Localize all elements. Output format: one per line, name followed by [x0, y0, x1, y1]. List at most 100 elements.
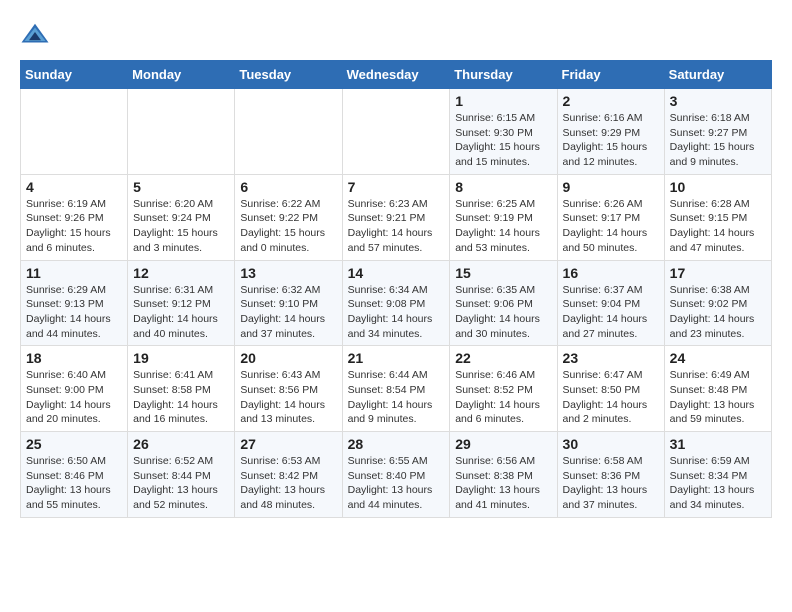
- calendar-cell: 7Sunrise: 6:23 AM Sunset: 9:21 PM Daylig…: [342, 174, 450, 260]
- calendar-body: 1Sunrise: 6:15 AM Sunset: 9:30 PM Daylig…: [21, 89, 772, 518]
- calendar-cell: 10 Sunrise: 6:28 AM Sunset: 9:15 PM Dayli…: [664, 174, 771, 260]
- calendar-cell: 28 Sunrise: 6:55 AM Sunset: 8:40 PM Dayli…: [342, 432, 450, 518]
- calendar-cell: 19 Sunrise: 6:41 AM Sunset: 8:58 PM Dayli…: [128, 346, 235, 432]
- calendar-week-row: 4 Sunrise: 6:19 AM Sunset: 9:26 PM Daylig…: [21, 174, 772, 260]
- day-number: 20: [240, 350, 336, 366]
- day-info: Sunrise: 6:55 AM Sunset: 8:40 PM Dayligh…: [348, 454, 445, 513]
- calendar-cell: 31 Sunrise: 6:59 AM Sunset: 8:34 PM Dayli…: [664, 432, 771, 518]
- day-info: Sunrise: 6:53 AM Sunset: 8:42 PM Dayligh…: [240, 454, 336, 513]
- calendar-cell: 14 Sunrise: 6:34 AM Sunset: 9:08 PM Dayli…: [342, 260, 450, 346]
- calendar-cell: 9Sunrise: 6:26 AM Sunset: 9:17 PM Daylig…: [557, 174, 664, 260]
- calendar-cell: 17 Sunrise: 6:38 AM Sunset: 9:02 PM Dayli…: [664, 260, 771, 346]
- calendar-cell: 4 Sunrise: 6:19 AM Sunset: 9:26 PM Daylig…: [21, 174, 128, 260]
- day-info: Sunrise: 6:31 AM Sunset: 9:12 PM Dayligh…: [133, 283, 229, 342]
- calendar-cell: 1Sunrise: 6:15 AM Sunset: 9:30 PM Daylig…: [450, 89, 557, 175]
- calendar-week-row: 25 Sunrise: 6:50 AM Sunset: 8:46 PM Dayli…: [21, 432, 772, 518]
- day-info: Sunrise: 6:46 AM Sunset: 8:52 PM Dayligh…: [455, 368, 551, 427]
- day-number: 19: [133, 350, 229, 366]
- calendar-cell: 26 Sunrise: 6:52 AM Sunset: 8:44 PM Dayli…: [128, 432, 235, 518]
- day-info: Sunrise: 6:32 AM Sunset: 9:10 PM Dayligh…: [240, 283, 336, 342]
- day-header-sunday: Sunday: [21, 61, 128, 89]
- calendar-cell: [342, 89, 450, 175]
- day-header-saturday: Saturday: [664, 61, 771, 89]
- calendar-cell: 3Sunrise: 6:18 AM Sunset: 9:27 PM Daylig…: [664, 89, 771, 175]
- day-info: Sunrise: 6:23 AM Sunset: 9:21 PM Dayligh…: [348, 197, 445, 256]
- calendar-cell: 18Sunrise: 6:40 AM Sunset: 9:00 PM Dayli…: [21, 346, 128, 432]
- day-number: 29: [455, 436, 551, 452]
- calendar-cell: 29Sunrise: 6:56 AM Sunset: 8:38 PM Dayli…: [450, 432, 557, 518]
- day-number: 25: [26, 436, 122, 452]
- calendar-week-row: 11Sunrise: 6:29 AM Sunset: 9:13 PM Dayli…: [21, 260, 772, 346]
- day-info: Sunrise: 6:19 AM Sunset: 9:26 PM Dayligh…: [26, 197, 122, 256]
- day-info: Sunrise: 6:34 AM Sunset: 9:08 PM Dayligh…: [348, 283, 445, 342]
- calendar-header-row: SundayMondayTuesdayWednesdayThursdayFrid…: [21, 61, 772, 89]
- day-header-friday: Friday: [557, 61, 664, 89]
- day-number: 17: [670, 265, 766, 281]
- day-number: 28: [348, 436, 445, 452]
- calendar-cell: [235, 89, 342, 175]
- day-number: 16: [563, 265, 659, 281]
- day-info: Sunrise: 6:20 AM Sunset: 9:24 PM Dayligh…: [133, 197, 229, 256]
- day-info: Sunrise: 6:26 AM Sunset: 9:17 PM Dayligh…: [563, 197, 659, 256]
- calendar-cell: 24 Sunrise: 6:49 AM Sunset: 8:48 PM Dayli…: [664, 346, 771, 432]
- calendar-cell: 16 Sunrise: 6:37 AM Sunset: 9:04 PM Dayli…: [557, 260, 664, 346]
- day-number: 23: [563, 350, 659, 366]
- calendar-cell: 22 Sunrise: 6:46 AM Sunset: 8:52 PM Dayli…: [450, 346, 557, 432]
- day-info: Sunrise: 6:59 AM Sunset: 8:34 PM Dayligh…: [670, 454, 766, 513]
- day-number: 2: [563, 93, 659, 109]
- calendar-cell: 20 Sunrise: 6:43 AM Sunset: 8:56 PM Dayli…: [235, 346, 342, 432]
- calendar-cell: [128, 89, 235, 175]
- day-info: Sunrise: 6:41 AM Sunset: 8:58 PM Dayligh…: [133, 368, 229, 427]
- day-number: 3: [670, 93, 766, 109]
- day-info: Sunrise: 6:37 AM Sunset: 9:04 PM Dayligh…: [563, 283, 659, 342]
- calendar-cell: 5 Sunrise: 6:20 AM Sunset: 9:24 PM Daylig…: [128, 174, 235, 260]
- day-number: 13: [240, 265, 336, 281]
- day-info: Sunrise: 6:50 AM Sunset: 8:46 PM Dayligh…: [26, 454, 122, 513]
- day-info: Sunrise: 6:44 AM Sunset: 8:54 PM Dayligh…: [348, 368, 445, 427]
- calendar-cell: 11Sunrise: 6:29 AM Sunset: 9:13 PM Dayli…: [21, 260, 128, 346]
- day-number: 30: [563, 436, 659, 452]
- day-number: 26: [133, 436, 229, 452]
- day-info: Sunrise: 6:43 AM Sunset: 8:56 PM Dayligh…: [240, 368, 336, 427]
- day-number: 4: [26, 179, 122, 195]
- day-info: Sunrise: 6:49 AM Sunset: 8:48 PM Dayligh…: [670, 368, 766, 427]
- calendar-cell: 8Sunrise: 6:25 AM Sunset: 9:19 PM Daylig…: [450, 174, 557, 260]
- day-info: Sunrise: 6:52 AM Sunset: 8:44 PM Dayligh…: [133, 454, 229, 513]
- day-header-thursday: Thursday: [450, 61, 557, 89]
- day-number: 22: [455, 350, 551, 366]
- day-info: Sunrise: 6:16 AM Sunset: 9:29 PM Dayligh…: [563, 111, 659, 170]
- calendar-cell: 12 Sunrise: 6:31 AM Sunset: 9:12 PM Dayli…: [128, 260, 235, 346]
- calendar-week-row: 18Sunrise: 6:40 AM Sunset: 9:00 PM Dayli…: [21, 346, 772, 432]
- calendar-cell: [21, 89, 128, 175]
- calendar-cell: 21 Sunrise: 6:44 AM Sunset: 8:54 PM Dayli…: [342, 346, 450, 432]
- logo-icon: [20, 20, 50, 50]
- calendar-cell: 2 Sunrise: 6:16 AM Sunset: 9:29 PM Daylig…: [557, 89, 664, 175]
- calendar-cell: 27 Sunrise: 6:53 AM Sunset: 8:42 PM Dayli…: [235, 432, 342, 518]
- calendar-cell: 6 Sunrise: 6:22 AM Sunset: 9:22 PM Daylig…: [235, 174, 342, 260]
- day-number: 14: [348, 265, 445, 281]
- day-number: 24: [670, 350, 766, 366]
- day-number: 27: [240, 436, 336, 452]
- day-number: 31: [670, 436, 766, 452]
- calendar-cell: 30 Sunrise: 6:58 AM Sunset: 8:36 PM Dayli…: [557, 432, 664, 518]
- day-info: Sunrise: 6:29 AM Sunset: 9:13 PM Dayligh…: [26, 283, 122, 342]
- calendar-cell: 13 Sunrise: 6:32 AM Sunset: 9:10 PM Dayli…: [235, 260, 342, 346]
- day-info: Sunrise: 6:28 AM Sunset: 9:15 PM Dayligh…: [670, 197, 766, 256]
- day-number: 6: [240, 179, 336, 195]
- day-number: 21: [348, 350, 445, 366]
- calendar-week-row: 1Sunrise: 6:15 AM Sunset: 9:30 PM Daylig…: [21, 89, 772, 175]
- day-number: 12: [133, 265, 229, 281]
- day-number: 10: [670, 179, 766, 195]
- day-info: Sunrise: 6:22 AM Sunset: 9:22 PM Dayligh…: [240, 197, 336, 256]
- page-header: [20, 20, 772, 50]
- calendar-cell: 15Sunrise: 6:35 AM Sunset: 9:06 PM Dayli…: [450, 260, 557, 346]
- day-number: 8: [455, 179, 551, 195]
- day-header-tuesday: Tuesday: [235, 61, 342, 89]
- calendar-cell: 23 Sunrise: 6:47 AM Sunset: 8:50 PM Dayli…: [557, 346, 664, 432]
- day-info: Sunrise: 6:58 AM Sunset: 8:36 PM Dayligh…: [563, 454, 659, 513]
- day-number: 5: [133, 179, 229, 195]
- day-info: Sunrise: 6:38 AM Sunset: 9:02 PM Dayligh…: [670, 283, 766, 342]
- calendar-table: SundayMondayTuesdayWednesdayThursdayFrid…: [20, 60, 772, 518]
- day-info: Sunrise: 6:47 AM Sunset: 8:50 PM Dayligh…: [563, 368, 659, 427]
- logo: [20, 20, 54, 50]
